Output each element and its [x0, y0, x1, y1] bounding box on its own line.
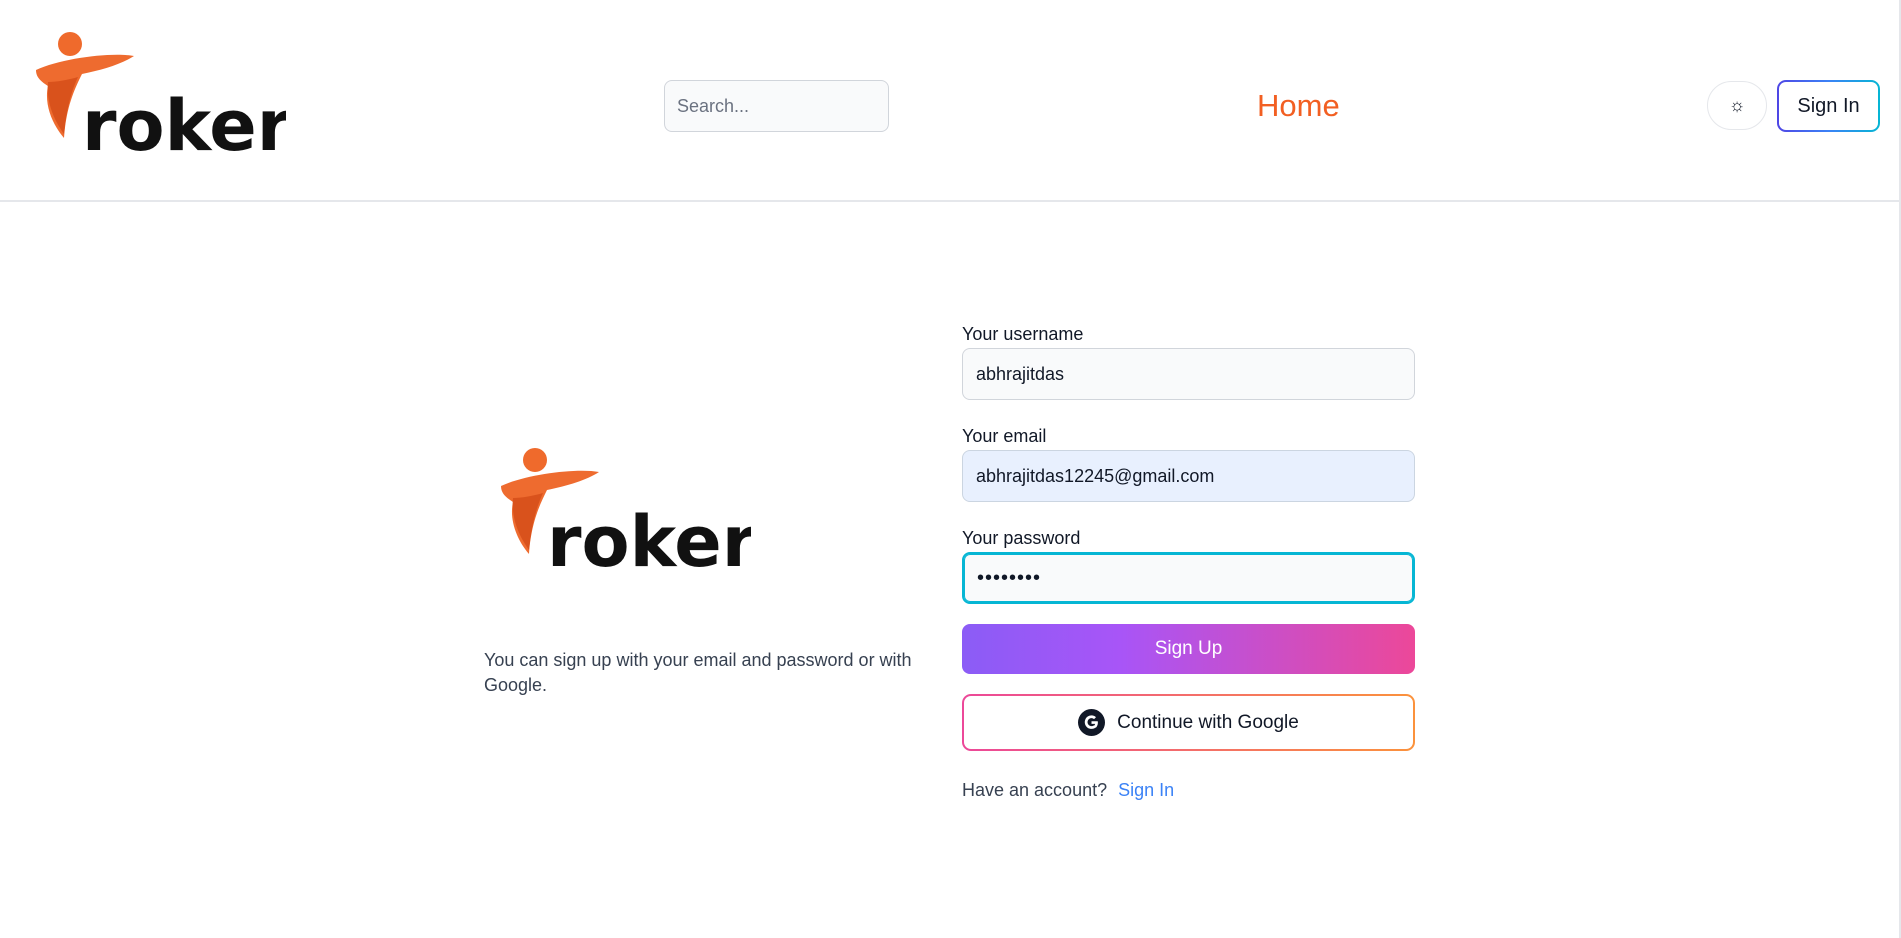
signin-link[interactable]: Sign In: [1118, 780, 1174, 800]
google-icon: [1078, 709, 1106, 736]
password-label: Your password: [962, 528, 1081, 548]
username-input[interactable]: [962, 348, 1415, 400]
password-field-group: Your password: [962, 526, 1415, 604]
email-input[interactable]: [962, 450, 1415, 502]
nav-home-link[interactable]: Home: [1257, 86, 1340, 126]
email-field-group: Your email: [962, 424, 1415, 502]
signup-button[interactable]: Sign Up: [962, 624, 1415, 674]
signup-description: You can sign up with your email and pass…: [484, 650, 912, 695]
logo-wordmark: roker: [82, 85, 286, 162]
have-account-row: Have an account? Sign In: [962, 778, 1174, 802]
theme-toggle-button[interactable]: ☼: [1707, 81, 1767, 130]
google-button-content: Continue with Google: [964, 696, 1413, 749]
signup-page: roker Home ☼ Sign In roker You can sign …: [0, 0, 1901, 938]
have-account-text: Have an account?: [962, 780, 1108, 800]
password-input[interactable]: [962, 552, 1415, 604]
continue-with-google-button[interactable]: Continue with Google: [962, 694, 1415, 751]
sun-icon: ☼: [1728, 95, 1746, 115]
username-field-group: Your username: [962, 322, 1415, 400]
froker-logo[interactable]: roker: [22, 30, 286, 162]
top-navbar: roker Home ☼ Sign In: [0, 0, 1899, 202]
header-signin-button[interactable]: Sign In: [1777, 80, 1880, 132]
email-label: Your email: [962, 426, 1047, 446]
google-button-label: Continue with Google: [1117, 711, 1299, 733]
search-input[interactable]: [664, 80, 889, 132]
username-label: Your username: [962, 324, 1084, 344]
hero-froker-logo: roker: [501, 448, 751, 578]
hero-logo-wordmark: roker: [547, 501, 751, 578]
header-signin-label: Sign In: [1779, 82, 1878, 130]
